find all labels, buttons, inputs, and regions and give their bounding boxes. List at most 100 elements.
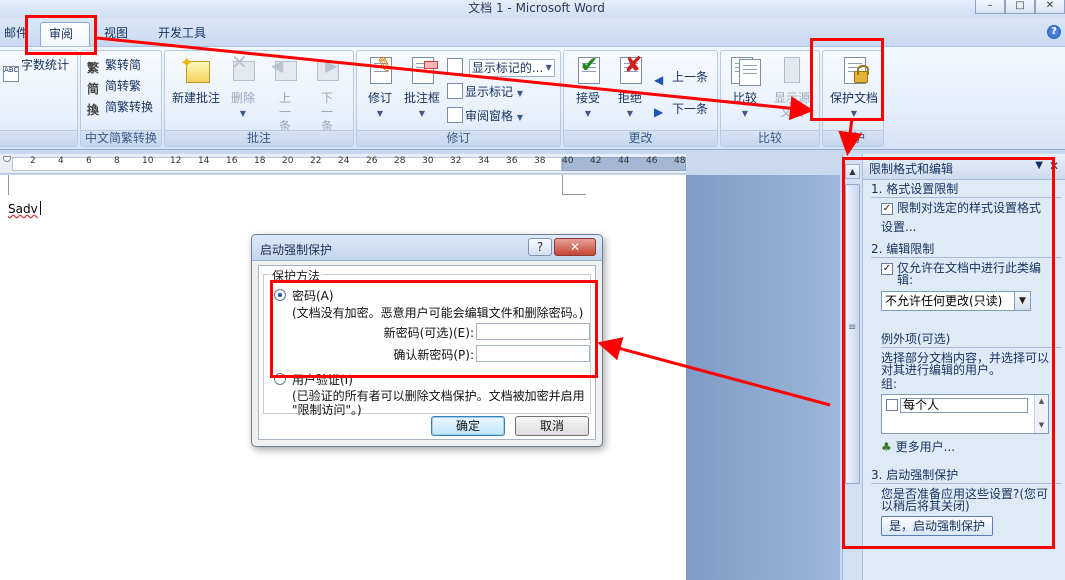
group-changes: ✔ 接受 ▼ ✘ 拒绝 ▼ ◀ 上一条 ▶ 下一条 更改: [563, 50, 718, 147]
prev-comment-button[interactable]: ◀ 上一条: [265, 55, 305, 133]
ruler-tick-label: 40: [562, 156, 574, 166]
ruler-tick-label: 38: [534, 156, 546, 166]
ruler-tick-label: 22: [310, 156, 322, 166]
ruler-tick-label: 46: [646, 156, 658, 166]
delete-comment-icon: ✕: [227, 52, 259, 87]
prev-change-button[interactable]: ◀ 上一条: [654, 67, 708, 87]
ruler-tick-label: 30: [422, 156, 434, 166]
annotation-box-review-tab: [25, 15, 97, 55]
ruler-tick-label: 20: [282, 156, 294, 166]
show-markup-icon: [447, 83, 463, 99]
next-change-label: 下一条: [672, 102, 709, 116]
show-markup-button[interactable]: 显示标记 ▼: [447, 82, 523, 102]
display-review-value: 显示标记的...: [471, 60, 544, 75]
ruler-tick-label: 12: [170, 156, 182, 166]
ok-button[interactable]: 确定: [431, 416, 505, 436]
ruler-tick-label: 4: [58, 156, 64, 166]
annotation-box-protect-document: [810, 38, 884, 121]
show-markup-label: 显示标记: [465, 85, 514, 99]
group-label-compare: 比较: [721, 130, 819, 146]
ruler-tick-label: 18: [254, 156, 266, 166]
review-pane-icon: [447, 107, 463, 123]
ruler-tick-label: 34: [478, 156, 490, 166]
display-for-review-select[interactable]: 显示标记的... ▼: [447, 57, 555, 77]
reject-button[interactable]: ✘ 拒绝 ▼: [610, 55, 650, 127]
prev-change-icon: ◀: [654, 73, 664, 87]
cancel-button[interactable]: 取消: [515, 416, 589, 436]
minimize-button[interactable]: –: [975, 0, 1005, 14]
convert-label: 简繁转换: [105, 100, 154, 114]
group-label-changes: 更改: [564, 130, 717, 146]
ruler-tick-label: 2: [30, 156, 36, 166]
to-simplified-button[interactable]: 繁繁转简: [87, 55, 141, 75]
next-change-button[interactable]: ▶ 下一条: [654, 99, 708, 119]
prev-comment-label: 上一条: [278, 91, 291, 133]
reject-label: 拒绝: [617, 91, 642, 105]
to-simplified-label: 繁转简: [105, 58, 142, 72]
dialog-title: 启动强制保护: [260, 243, 333, 257]
word-count-label: 字数统计: [21, 58, 70, 72]
word-count-icon: ABC: [3, 66, 19, 82]
help-icon[interactable]: ?: [1047, 25, 1061, 39]
display-review-icon: [447, 58, 463, 74]
window-controls: – □ ✕: [975, 0, 1065, 14]
track-changes-label: 修订: [367, 91, 392, 105]
show-source-icon: [776, 55, 808, 87]
dialog-help-button[interactable]: ?: [528, 238, 552, 256]
track-changes-button[interactable]: ✎ 修订 ▼: [359, 51, 401, 127]
prev-comment-icon: ◀: [269, 55, 301, 87]
compare-button[interactable]: 比较 ▼: [723, 55, 767, 127]
ruler-tick-label: 48: [674, 156, 686, 166]
ribbon: ABC 字数统计 繁繁转简 简简转繁 換简繁转换 中文简繁转换 ✦ 新建批注 ✕ …: [0, 46, 1065, 150]
to-traditional-icon: 简: [87, 82, 100, 96]
window-title: 文档 1 - Microsoft Word: [468, 1, 605, 15]
next-comment-label: 下一条: [320, 91, 333, 133]
ruler-tick-label: 24: [338, 156, 350, 166]
new-comment-label: 新建批注: [171, 91, 220, 105]
show-source-label: 显示源文档: [773, 91, 810, 119]
new-comment-button[interactable]: ✦ 新建批注: [169, 55, 223, 127]
page-corner-right: [562, 175, 586, 195]
next-comment-button[interactable]: ▶ 下一条: [307, 55, 347, 133]
annotation-box-password: [270, 280, 598, 378]
horizontal-ruler[interactable]: 2 4 6 8 10 12 14 16 18 20 22 24 26 28 30 32 34 36 38 40 42 44…: [0, 154, 686, 174]
document-gutter: [686, 175, 840, 580]
group-compare: 比较 ▼ 显示源文档 比较: [720, 50, 820, 147]
dialog-titlebar: 启动强制保护 ? ✕: [252, 235, 602, 261]
group-tracking: ✎ 修订 ▼ 批注框 ▼ 显示标记的... ▼ 显示标记 ▼ 审阅窗格 ▼ 修订: [356, 50, 561, 147]
to-simplified-icon: 繁: [87, 61, 100, 75]
balloons-button[interactable]: 批注框 ▼: [401, 55, 443, 127]
word-count-button[interactable]: ABC 字数统计: [3, 55, 70, 82]
next-comment-icon: ▶: [311, 55, 343, 87]
ribbon-tabs: 邮件 审阅 视图 开发工具 ?: [0, 18, 1065, 46]
group-chinese-conversion: 繁繁转简 简简转繁 換简繁转换 中文简繁转换: [80, 50, 162, 147]
maximize-button[interactable]: □: [1005, 0, 1035, 14]
ruler-tick-label: 28: [394, 156, 406, 166]
accept-button[interactable]: ✔ 接受 ▼: [568, 55, 608, 127]
reject-icon: ✘: [614, 55, 646, 87]
tab-developer[interactable]: 开发工具: [150, 22, 214, 46]
ruler-tick-label: 42: [590, 156, 602, 166]
ruler-tick-label: 10: [142, 156, 154, 166]
annotation-box-task-pane: [842, 157, 1055, 549]
ruler-tick-label: 26: [366, 156, 378, 166]
convert-button[interactable]: 換简繁转换: [87, 97, 153, 117]
close-window-button[interactable]: ✕: [1035, 0, 1065, 14]
group-label-tracking: 修订: [357, 130, 560, 146]
text-cursor: [40, 201, 41, 215]
to-traditional-button[interactable]: 简简转繁: [87, 76, 141, 96]
balloons-label: 批注框: [403, 91, 440, 105]
dialog-close-button[interactable]: ✕: [554, 238, 596, 256]
group-label-chinese: 中文简繁转换: [81, 130, 161, 146]
compare-icon: [729, 55, 761, 87]
delete-comment-button[interactable]: ✕ 删除 ▼: [223, 52, 263, 127]
tab-view[interactable]: 视图: [96, 22, 136, 46]
review-pane-label: 审阅窗格: [465, 109, 514, 123]
group-comments: ✦ 新建批注 ✕ 删除 ▼ ◀ 上一条 ▶ 下一条 批注: [164, 50, 354, 147]
group-label-protect: 保护: [823, 130, 883, 146]
ruler-tick-label: 14: [198, 156, 210, 166]
review-pane-button[interactable]: 审阅窗格 ▼: [447, 106, 523, 126]
indent-marker-icon[interactable]: [3, 156, 11, 162]
next-change-icon: ▶: [654, 105, 664, 119]
to-traditional-label: 简转繁: [105, 79, 142, 93]
